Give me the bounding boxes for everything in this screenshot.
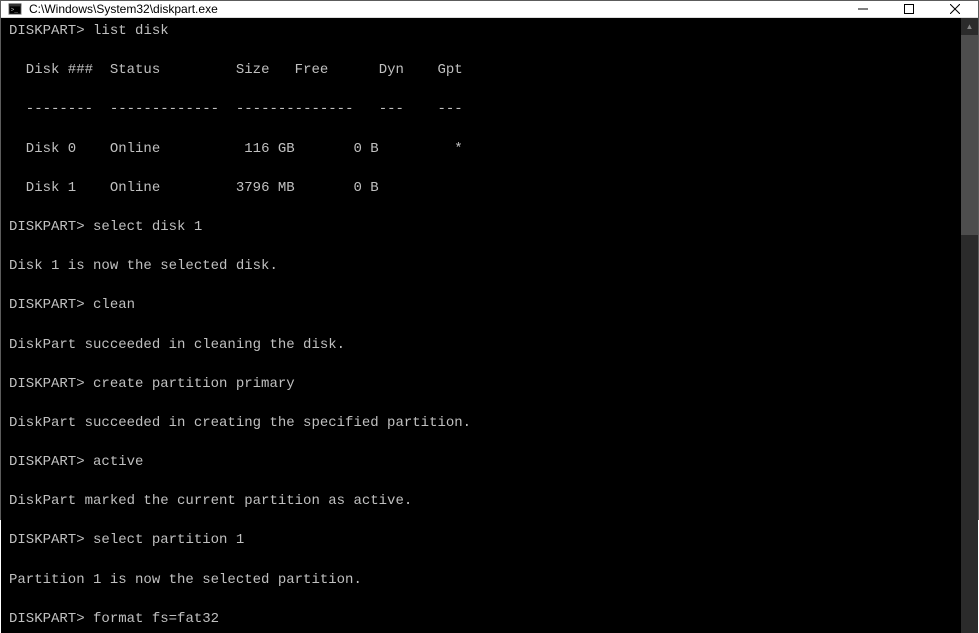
prompt: DISKPART>: [9, 297, 85, 313]
window-controls: [840, 1, 978, 17]
minimize-button[interactable]: [840, 1, 886, 17]
cmd-format: format fs=fat32: [93, 611, 219, 627]
app-icon: >_: [7, 1, 23, 17]
scroll-thumb[interactable]: [961, 35, 978, 235]
cmd-clean: clean: [93, 297, 135, 313]
scroll-up-arrow-icon[interactable]: ▲: [961, 18, 978, 35]
cmd-select-disk: select disk 1: [93, 219, 202, 235]
prompt: DISKPART>: [9, 23, 85, 39]
prompt: DISKPART>: [9, 532, 85, 548]
prompt: DISKPART>: [9, 219, 85, 235]
table-header: Disk ### Status Size Free Dyn Gpt: [9, 61, 953, 81]
msg-create-partition: DiskPart succeeded in creating the speci…: [9, 414, 953, 434]
cmd-active: active: [93, 454, 143, 470]
cmd-select-partition: select partition 1: [93, 532, 244, 548]
cmd-create-partition: create partition primary: [93, 376, 295, 392]
vertical-scrollbar[interactable]: ▲: [961, 18, 978, 633]
close-button[interactable]: [932, 1, 978, 17]
titlebar[interactable]: >_ C:\Windows\System32\diskpart.exe: [1, 1, 978, 18]
msg-select-partition: Partition 1 is now the selected partitio…: [9, 571, 953, 591]
console-area: DISKPART> list disk Disk ### Status Size…: [1, 18, 978, 633]
msg-selected-disk: Disk 1 is now the selected disk.: [9, 257, 953, 277]
console-output[interactable]: DISKPART> list disk Disk ### Status Size…: [1, 18, 961, 633]
msg-active: DiskPart marked the current partition as…: [9, 492, 953, 512]
table-row: Disk 1 Online 3796 MB 0 B: [9, 179, 953, 199]
svg-text:>_: >_: [11, 7, 19, 14]
window-title: C:\Windows\System32\diskpart.exe: [29, 2, 840, 16]
table-separator: -------- ------------- -------------- --…: [9, 100, 953, 120]
maximize-button[interactable]: [886, 1, 932, 17]
prompt: DISKPART>: [9, 376, 85, 392]
prompt: DISKPART>: [9, 454, 85, 470]
app-window: >_ C:\Windows\System32\diskpart.exe DISK…: [0, 0, 979, 520]
table-row: Disk 0 Online 116 GB 0 B *: [9, 140, 953, 160]
msg-clean: DiskPart succeeded in cleaning the disk.: [9, 336, 953, 356]
prompt: DISKPART>: [9, 611, 85, 627]
cmd-list-disk: list disk: [93, 23, 169, 39]
